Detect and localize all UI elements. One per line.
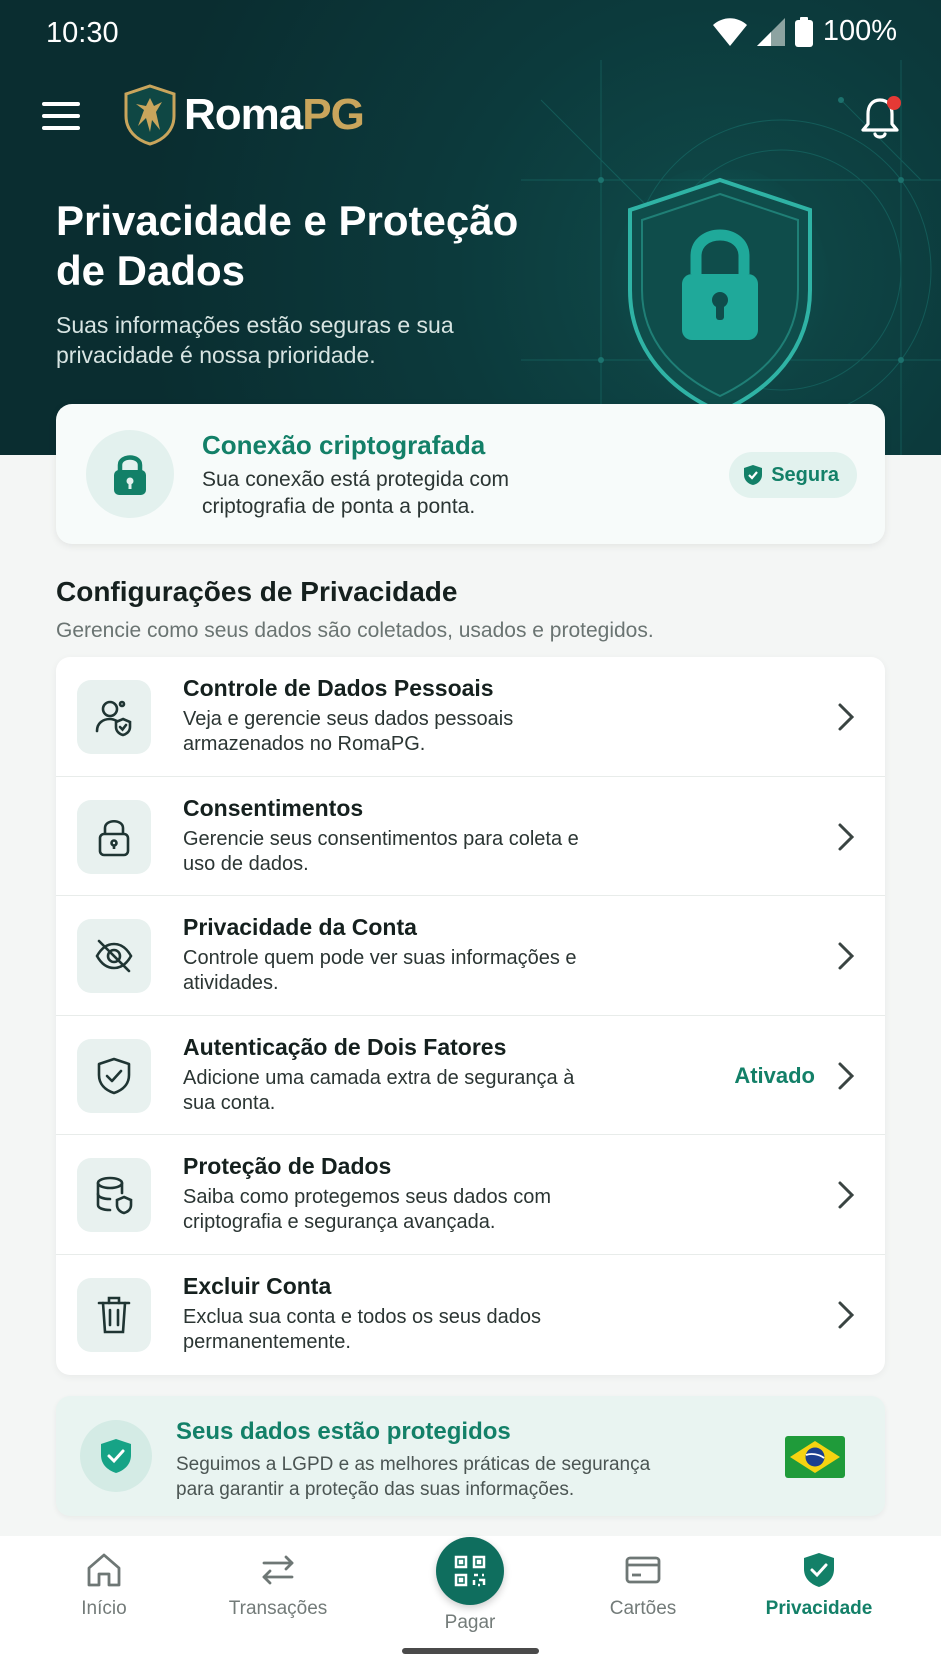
chevron-right-icon [838,942,855,970]
setting-description: Gerencie seus consentimentos para coleta… [183,827,579,875]
nav-item-transacoes[interactable]: Transações [208,1550,348,1620]
page-title: Privacidade e Proteção de Dados [56,197,519,294]
two-factor-status: Ativado [734,1062,815,1088]
notice-title: Seus dados estão protegidos [176,1418,511,1445]
shield-check-icon [744,465,763,485]
shield-warrior-icon [124,84,176,146]
chevron-right-icon [838,1062,855,1090]
nav-label: Cartões [609,1598,677,1619]
status-time: 10:30 [46,17,119,49]
chevron-right-icon [838,1181,855,1209]
data-protected-notice: Seus dados estão protegidos Seguimos a L… [56,1396,885,1516]
setting-account-privacy[interactable]: Privacidade da Conta Controle quem pode … [56,896,885,1016]
nav-label: Transações [228,1598,328,1619]
privacy-settings-list: Controle de Dados Pessoais Veja e gerenc… [56,657,885,1375]
setting-description: Exclua sua conta e todos os seus dados p… [183,1305,542,1353]
qr-code-icon [454,1555,486,1587]
lock-icon [77,799,151,874]
setting-consents[interactable]: Consentimentos Gerencie seus consentimen… [56,777,885,897]
brazil-flag-icon [785,1436,845,1478]
notifications-button[interactable] [857,94,903,140]
setting-title: Excluir Conta [183,1272,332,1299]
connection-description: Sua conexão está protegida com criptogra… [202,468,510,518]
chevron-right-icon [838,823,855,851]
chevron-right-icon [838,703,855,731]
trash-icon [77,1277,151,1352]
status-bar: 10:30 100% [0,0,941,66]
brand-logo[interactable]: RomaPG [124,84,365,146]
setting-title: Consentimentos [183,794,364,821]
card-icon [625,1556,661,1584]
setting-title: Privacidade da Conta [183,914,417,941]
pay-button[interactable] [436,1537,504,1605]
setting-description: Controle quem pode ver suas informações … [183,947,577,995]
setting-title: Controle de Dados Pessoais [183,675,494,701]
battery-icon [794,16,813,47]
setting-title: Proteção de Dados [183,1153,392,1180]
battery-percentage: 100% [822,15,897,47]
nav-item-cartoes[interactable]: Cartões [573,1550,713,1620]
nav-item-pagar[interactable]: Pagar [400,1537,540,1634]
menu-button[interactable] [42,102,80,132]
transfer-icon [262,1555,294,1585]
hamburger-icon [42,102,80,106]
eye-off-icon [77,919,151,994]
database-shield-icon [77,1158,151,1233]
section-title: Configurações de Privacidade [56,576,458,607]
brand-name-pg: PG [302,90,365,139]
hero-banner: 10:30 100% RomaPG Privacidade e Proteção… [0,0,941,455]
encrypted-connection-card: Conexão criptografada Sua conexão está p… [56,404,885,544]
setting-description: Adicione uma camada extra de segurança à… [183,1066,575,1114]
section-subtitle: Gerencie como seus dados são coletados, … [56,619,654,642]
setting-two-factor[interactable]: Autenticação de Dois Fatores Adicione um… [56,1016,885,1136]
page-subtitle: Suas informações estão seguras e sua pri… [56,312,454,368]
secure-badge: Segura [729,452,857,498]
user-shield-icon [77,680,151,754]
setting-delete-account[interactable]: Excluir Conta Exclua sua conta e todos o… [56,1255,885,1375]
connection-title: Conexão criptografada [202,430,486,460]
nav-item-privacidade[interactable]: Privacidade [749,1550,889,1620]
setting-data-protection[interactable]: Proteção de Dados Saiba como protegemos … [56,1135,885,1255]
signal-icon [756,17,785,46]
notification-dot [887,96,901,110]
nav-item-inicio[interactable]: Início [34,1550,174,1620]
setting-description: Veja e gerencie seus dados pessoais arma… [183,708,514,755]
nav-label: Início [81,1598,127,1619]
wifi-icon [712,17,747,46]
setting-personal-data[interactable]: Controle de Dados Pessoais Veja e gerenc… [56,657,885,777]
setting-description: Saiba como protegemos seus dados com cri… [183,1186,551,1234]
nav-label: Pagar [444,1612,496,1633]
setting-title: Autenticação de Dois Fatores [183,1033,507,1060]
shield-check-icon [80,1420,152,1492]
brand-name-roma: Roma [184,90,303,139]
shield-check-icon [804,1553,834,1587]
home-icon [87,1553,121,1587]
secure-badge-label: Segura [771,463,839,486]
nav-label: Privacidade [765,1598,873,1619]
shield-check-icon [77,1038,151,1113]
chevron-right-icon [838,1301,855,1329]
lock-icon [86,430,174,518]
home-indicator[interactable] [402,1648,539,1654]
app-header: RomaPG [0,80,941,156]
notice-description: Seguimos a LGPD e as melhores práticas d… [176,1454,651,1500]
shield-lock-illustration [610,170,830,415]
